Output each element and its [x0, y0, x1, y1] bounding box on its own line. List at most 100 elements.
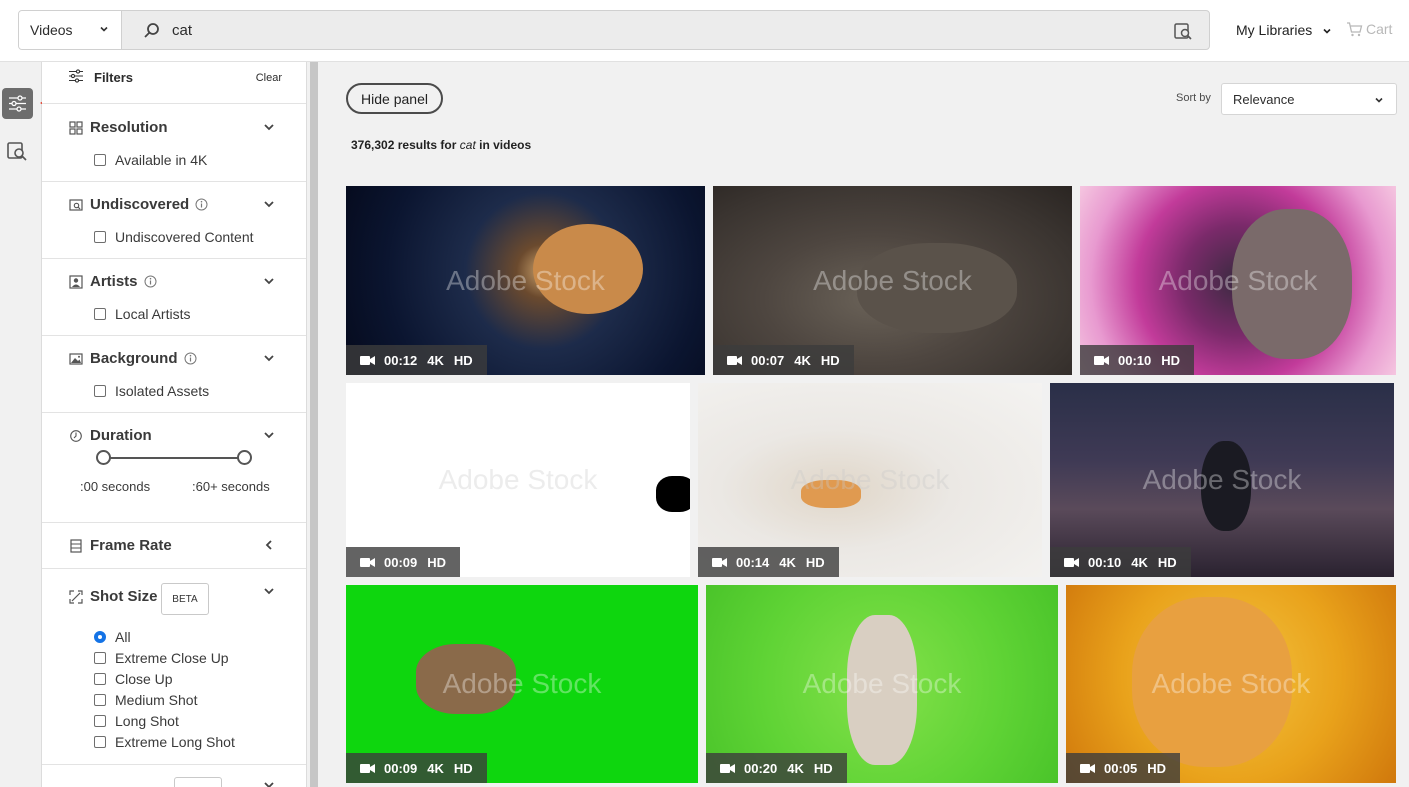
- hide-panel-button[interactable]: Hide panel: [346, 83, 443, 114]
- extreme-close-up-checkbox[interactable]: Extreme Close Up: [94, 650, 229, 666]
- medium-shot-checkbox[interactable]: Medium Shot: [94, 692, 197, 708]
- extreme-long-shot-checkbox[interactable]: Extreme Long Shot: [94, 734, 235, 750]
- frame-rate-header[interactable]: Frame Rate: [69, 537, 172, 554]
- local-artists-checkbox[interactable]: Local Artists: [94, 306, 190, 322]
- checkbox[interactable]: [94, 736, 106, 748]
- chevron-down-icon[interactable]: [263, 352, 275, 364]
- visual-search-icon[interactable]: [1173, 21, 1193, 41]
- info-icon[interactable]: [184, 352, 197, 365]
- frame-rate-section: Frame Rate: [42, 523, 306, 569]
- person-icon: [69, 274, 83, 289]
- shot-size-header[interactable]: Shot Size: [69, 588, 158, 605]
- duration-max-label: :60+ seconds: [192, 479, 270, 494]
- duration-header[interactable]: Duration: [69, 427, 152, 444]
- clear-filters-button[interactable]: Clear: [256, 72, 282, 84]
- checkbox[interactable]: [94, 154, 106, 166]
- video-camera-icon: [727, 355, 742, 365]
- content-type-select[interactable]: Videos: [19, 11, 122, 49]
- long-shot-checkbox[interactable]: Long Shot: [94, 713, 179, 729]
- video-info-badge: 00:09 4K HD: [346, 753, 487, 783]
- search-input[interactable]: cat: [172, 22, 192, 39]
- duration-max-handle[interactable]: [237, 450, 252, 465]
- artists-header[interactable]: Artists: [69, 273, 157, 290]
- results-tail: in videos: [479, 138, 532, 152]
- filter-panel: Filters Clear Resolution Available in 4K…: [42, 62, 307, 787]
- video-camera-icon: [360, 557, 375, 567]
- undiscovered-header[interactable]: Undiscovered: [69, 196, 208, 213]
- video-quality-tag: HD: [1147, 760, 1167, 776]
- available-4k-checkbox[interactable]: Available in 4K: [94, 152, 207, 168]
- cart-label: Cart: [1366, 21, 1393, 37]
- chevron-left-icon[interactable]: [263, 539, 275, 551]
- isolated-assets-label: Isolated Assets: [115, 383, 210, 399]
- video-camera-icon: [720, 763, 735, 773]
- frame-rate-title: Frame Rate: [90, 537, 172, 554]
- filters-toggle-button[interactable]: [2, 88, 33, 119]
- close-up-checkbox[interactable]: Close Up: [94, 671, 173, 687]
- undiscovered-content-label: Undiscovered Content: [115, 229, 254, 245]
- info-icon[interactable]: [144, 275, 157, 288]
- video-thumbnail[interactable]: Adobe Stock 00:10 HD: [1080, 186, 1396, 375]
- video-quality-tag: 4K: [779, 554, 796, 570]
- video-thumbnail[interactable]: Adobe Stock 00:12 4K HD: [346, 186, 705, 375]
- video-thumbnail[interactable]: Adobe Stock 00:14 4K HD: [698, 383, 1042, 577]
- results-count: 376,302: [351, 138, 395, 152]
- chevron-down-icon[interactable]: [263, 198, 275, 210]
- shot-size-title: Shot Size: [90, 588, 158, 605]
- panel-scrollbar[interactable]: [310, 62, 318, 787]
- isolated-assets-checkbox[interactable]: Isolated Assets: [94, 383, 209, 399]
- chevron-down-icon[interactable]: [263, 121, 275, 133]
- chevron-down-icon[interactable]: [263, 779, 275, 787]
- checkbox[interactable]: [94, 308, 106, 320]
- undiscovered-content-checkbox[interactable]: Undiscovered Content: [94, 229, 254, 245]
- visual-search-icon[interactable]: [6, 140, 28, 162]
- radio-button[interactable]: [94, 631, 106, 643]
- video-thumbnail[interactable]: Adobe Stock 00:10 4K HD: [1050, 383, 1394, 577]
- video-thumbnail[interactable]: Adobe Stock 00:20 4K HD: [706, 585, 1058, 783]
- checkbox[interactable]: [94, 652, 106, 664]
- video-camera-icon: [1064, 557, 1079, 567]
- video-thumbnail[interactable]: Adobe Stock 00:05 HD: [1066, 585, 1396, 783]
- checkbox[interactable]: [94, 694, 106, 706]
- video-info-badge: 00:12 4K HD: [346, 345, 487, 375]
- my-libraries-label: My Libraries: [1236, 22, 1313, 38]
- left-rail: [0, 62, 42, 787]
- chevron-down-icon[interactable]: [263, 585, 275, 597]
- cart-icon: [1347, 22, 1363, 37]
- chevron-down-icon[interactable]: [263, 429, 275, 441]
- beta-badge: [174, 777, 222, 787]
- video-quality-tag: HD: [1157, 554, 1177, 570]
- undiscovered-section: Undiscovered Undiscovered Content: [42, 182, 306, 259]
- video-quality-tag: 4K: [1131, 554, 1148, 570]
- video-quality-tag: HD: [805, 554, 825, 570]
- sort-select[interactable]: Relevance: [1221, 83, 1397, 115]
- available-4k-label: Available in 4K: [115, 152, 208, 168]
- video-duration: 00:10: [1118, 352, 1152, 368]
- search-icon: [144, 23, 159, 38]
- chevron-down-icon[interactable]: [263, 275, 275, 287]
- video-thumbnail[interactable]: Adobe Stock 00:07 4K HD: [713, 186, 1072, 375]
- shot-size-option-label: Medium Shot: [115, 692, 198, 708]
- duration-slider-track[interactable]: [104, 457, 245, 459]
- video-thumbnail[interactable]: Adobe Stock 00:09 HD: [346, 383, 690, 577]
- video-thumbnail[interactable]: Adobe Stock 00:09 4K HD: [346, 585, 698, 783]
- checkbox[interactable]: [94, 385, 106, 397]
- info-icon[interactable]: [195, 198, 208, 211]
- checkbox[interactable]: [94, 715, 106, 727]
- watermark: Adobe Stock: [1151, 668, 1311, 699]
- video-quality-tag: 4K: [427, 352, 444, 368]
- video-info-badge: 00:20 4K HD: [706, 753, 847, 783]
- resolution-header[interactable]: Resolution: [69, 119, 168, 136]
- filters-title: Filters: [94, 70, 134, 85]
- duration-min-handle[interactable]: [96, 450, 111, 465]
- video-duration: 00:07: [751, 352, 785, 368]
- video-quality-tag: HD: [820, 352, 840, 368]
- search-image-icon: [69, 198, 83, 211]
- shot-size-all-radio[interactable]: All: [94, 629, 131, 645]
- checkbox[interactable]: [94, 231, 106, 243]
- checkbox[interactable]: [94, 673, 106, 685]
- cart-button[interactable]: Cart: [1346, 21, 1392, 37]
- background-header[interactable]: Background: [69, 350, 197, 367]
- my-libraries-menu[interactable]: My Libraries: [1236, 22, 1332, 38]
- filter-sliders-icon: [69, 69, 83, 83]
